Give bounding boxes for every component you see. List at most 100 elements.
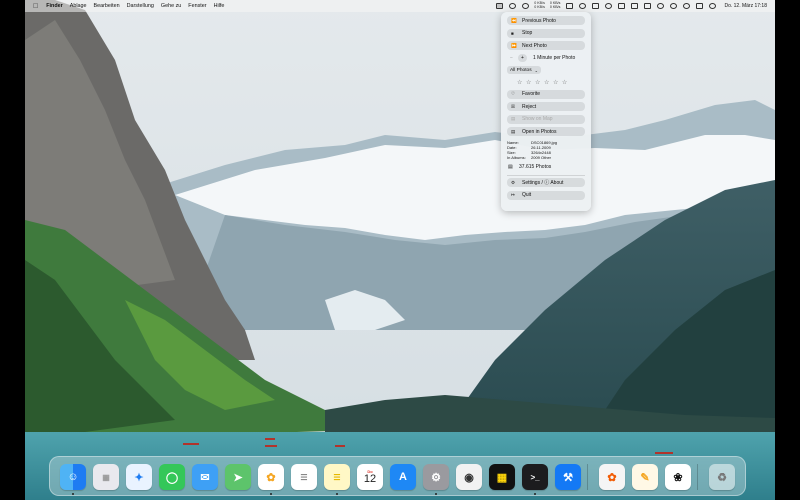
menu-bar-clock[interactable]: Do. 12. März 17:18 [724, 3, 767, 9]
siri-icon[interactable] [709, 3, 717, 9]
star-icon[interactable]: ☆ [517, 79, 522, 86]
clock-icon[interactable] [605, 3, 613, 9]
running-indicator [336, 493, 338, 495]
menu-gehe-zu[interactable]: Gehe zu [161, 3, 181, 9]
previous-photo-label: Previous Photo [522, 17, 556, 24]
star-icon[interactable]: ☆ [544, 79, 549, 86]
favorite-button[interactable]: ♡ Favorite [507, 89, 585, 99]
launchpad-icon[interactable]: ▦ [93, 464, 119, 490]
reject-label: Reject [522, 103, 537, 110]
pages-icon[interactable]: ✎ [632, 464, 658, 490]
star-icon[interactable]: ☆ [553, 79, 558, 86]
fast-forward-icon: ⏩ [511, 42, 517, 48]
user-icon[interactable] [683, 3, 691, 9]
menu-darstellung[interactable]: Darstellung [127, 3, 154, 9]
running-indicator [270, 493, 272, 495]
desktop:  Finder Ablage Bearbeiten Darstellung G… [25, 0, 775, 500]
interval-increase-button[interactable]: + [518, 54, 527, 62]
rewind-icon: ⏪ [511, 17, 517, 23]
wifi-icon[interactable] [657, 3, 665, 9]
photo-count: 37.615 Photos [519, 164, 552, 170]
show-on-map-button[interactable]: ▤ Show on Map [507, 114, 585, 124]
interval-stepper: − + [507, 54, 529, 62]
photos-icon: ▤ [511, 128, 516, 134]
xcode-icon[interactable]: ⚒ [555, 464, 581, 490]
menu-ablage[interactable]: Ablage [70, 3, 87, 9]
open-in-photos-label: Open in Photos [522, 128, 557, 135]
apple-icon[interactable]:  [33, 3, 38, 10]
show-on-map-label: Show on Map [522, 116, 553, 122]
star-icon[interactable]: ☆ [562, 79, 567, 86]
info-key: In Albums: [507, 154, 526, 160]
stop-label: Stop [522, 30, 533, 36]
map-icon: ▤ [511, 116, 516, 121]
memory-graph-icon[interactable] [566, 3, 574, 9]
stop-icon: ■ [511, 30, 514, 36]
settings-about-button[interactable]: ⚙ Settings / ⓘ About [507, 178, 585, 188]
timer-icon[interactable] [579, 3, 587, 9]
slideshow-menu-popover: ⏪ Previous Photo ■ Stop ⏩ Next Photo − +… [501, 12, 591, 211]
trash-icon[interactable]: ♻ [709, 464, 735, 490]
photo-count-row: ▤ 37.615 Photos [507, 163, 585, 172]
network-speed-readout[interactable]: 0 KB/s 0 KB/s [534, 2, 545, 9]
activity-icon[interactable]: ▦ [489, 464, 515, 490]
messages-icon[interactable]: ◯ [159, 464, 185, 490]
quit-label: Quit [522, 192, 532, 199]
previous-photo-button[interactable]: ⏪ Previous Photo [507, 16, 585, 25]
finder-icon[interactable]: ☺ [60, 464, 86, 490]
photo-info: Name: DSC01869.jpg Date: 26.11.2009 Size… [507, 140, 585, 160]
target-icon[interactable] [509, 3, 517, 9]
dock-separator [697, 464, 698, 490]
menu-app-name[interactable]: Finder [46, 3, 62, 9]
photos-icon[interactable]: ✿ [258, 464, 284, 490]
battery-icon[interactable] [631, 3, 639, 9]
play-icon[interactable] [592, 3, 600, 9]
reminders-icon[interactable]: ☰ [291, 464, 317, 490]
album-row: All Photos ⌄ [507, 66, 585, 75]
system-settings-icon[interactable]: ⚙ [423, 464, 449, 490]
menu-fenster[interactable]: Fenster [188, 3, 206, 9]
mail-icon[interactable]: ✉ [192, 464, 218, 490]
interval-label: 1 Minute per Photo [533, 55, 576, 61]
safari-icon[interactable]: ✦ [126, 464, 152, 490]
wallpaper [25, 0, 775, 500]
menu-hilfe[interactable]: Hilfe [214, 3, 225, 9]
maps-icon[interactable]: ➤ [225, 464, 251, 490]
reject-icon: ☒ [511, 103, 516, 109]
settings-about-label: Settings / ⓘ About [522, 180, 564, 187]
photo-stack-icon: ▤ [508, 164, 513, 170]
favorite-label: Favorite [522, 91, 541, 97]
interval-decrease-button[interactable]: − [507, 54, 516, 62]
app-store-icon[interactable]: A [390, 464, 416, 490]
quit-button[interactable]: ↦ Quit [507, 190, 585, 200]
terminal-icon[interactable]: >_ [522, 464, 548, 490]
menu-bearbeiten[interactable]: Bearbeiten [94, 3, 120, 9]
notes-icon[interactable]: ☰ [324, 464, 350, 490]
star-icon[interactable]: ☆ [535, 79, 540, 86]
reject-button[interactable]: ☒ Reject [507, 102, 585, 111]
screenshot-icon[interactable]: ◉ [456, 464, 482, 490]
next-photo-label: Next Photo [522, 42, 547, 49]
stop-button[interactable]: ■ Stop [507, 28, 585, 38]
menu-bar:  Finder Ablage Bearbeiten Darstellung G… [25, 0, 775, 12]
star-icon[interactable]: ☆ [526, 79, 531, 86]
open-in-photos-button[interactable]: ▤ Open in Photos [507, 127, 585, 136]
network-speed-readout-2[interactable]: 0 KB/s 0 KB/s [550, 2, 561, 9]
photo-slideshow-menu-icon[interactable] [496, 3, 504, 9]
dock-separator [587, 464, 588, 490]
chatgpt-icon[interactable]: ❀ [665, 464, 691, 490]
bluetooth-icon[interactable] [644, 3, 652, 9]
info-value: 2009 Other [531, 154, 552, 160]
image-icon[interactable] [618, 3, 626, 9]
spotlight-icon[interactable] [670, 3, 678, 9]
control-center-icon[interactable] [696, 3, 704, 9]
calendar-icon[interactable]: Do 12 [357, 464, 383, 490]
running-indicator [435, 493, 437, 495]
globe-icon[interactable] [522, 3, 530, 9]
calendar-day: 12 [363, 473, 377, 485]
album-select[interactable]: All Photos ⌄ [507, 66, 541, 74]
next-photo-button[interactable]: ⏩ Next Photo [507, 41, 585, 50]
photo-app-icon[interactable]: ✿ [599, 464, 625, 490]
heart-icon: ♡ [511, 91, 516, 96]
status-bar: 0 KB/s 0 KB/s 0 KB/s 0 KB/s Do. 12. März… [490, 0, 767, 12]
